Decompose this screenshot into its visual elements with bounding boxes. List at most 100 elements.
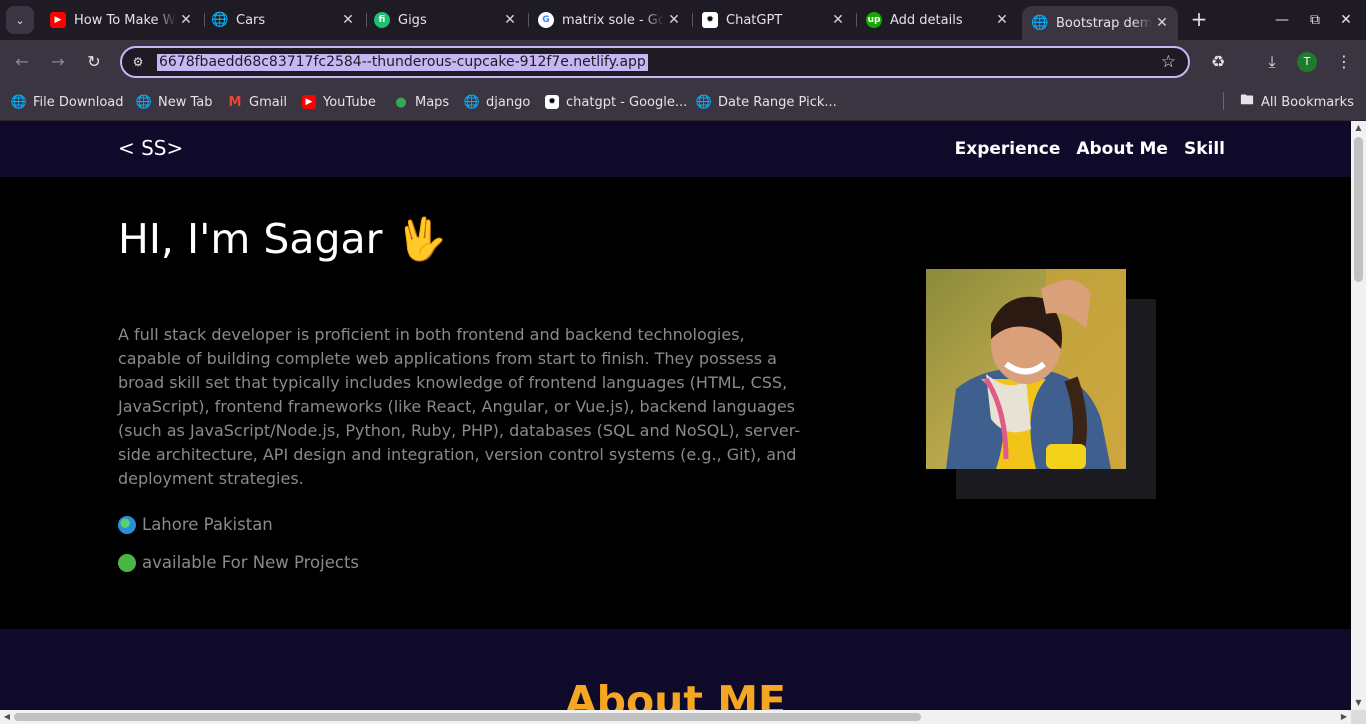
globe-icon: 🌐 — [695, 94, 713, 110]
bookmarks-bar: 🌐 File Download 🌐 New Tab M Gmail ▶ YouTube … — [0, 84, 1366, 121]
bookmark-file-download[interactable]: 🌐 File Download — [10, 92, 124, 112]
all-bookmarks-button[interactable]: 🖿 All Bookmarks — [1240, 92, 1354, 112]
bookmark-youtube[interactable]: ▶ YouTube — [302, 92, 376, 112]
globe-icon: 🌐 — [10, 94, 28, 110]
tab-search-button[interactable]: ⌄ — [6, 6, 34, 34]
nav-link-skill[interactable]: Skill — [1184, 139, 1225, 159]
globe-icon: 🌐 — [135, 94, 153, 110]
tab-title: Add details — [890, 12, 963, 28]
reload-button[interactable]: ↻ — [83, 51, 105, 73]
tab-add-details[interactable]: up Add details ✕ — [856, 6, 1018, 34]
download-icon[interactable]: ⤓ — [1261, 51, 1283, 73]
hero-title: HI, I'm Sagar 🖖 — [118, 215, 447, 263]
arrow-left-icon: ← — [15, 52, 29, 71]
youtube-icon: ▶ — [302, 95, 316, 109]
nav-link-about-me[interactable]: About Me — [1076, 139, 1168, 159]
profile-avatar[interactable]: T — [1297, 52, 1317, 72]
vertical-scroll-thumb[interactable] — [1354, 137, 1363, 282]
more-menu-icon[interactable]: ⋮ — [1333, 51, 1355, 73]
tab-strip: ⌄ ▶ How To Make W ✕ 🌐 Cars ✕ fi Gigs ✕ G… — [0, 0, 1366, 40]
close-window-button[interactable]: ✕ — [1336, 10, 1356, 30]
close-icon[interactable]: ✕ — [992, 12, 1012, 28]
chatgpt-icon: ✹ — [545, 95, 559, 109]
tab-gigs[interactable]: fi Gigs ✕ — [364, 6, 529, 34]
tab-bootstrap-demo[interactable]: 🌐 Bootstrap dem ✕ — [1022, 6, 1178, 40]
close-icon[interactable]: ✕ — [338, 12, 358, 28]
nav-links: Experience About Me Skill — [955, 139, 1225, 159]
upwork-icon: up — [866, 12, 882, 28]
close-icon[interactable]: ✕ — [500, 12, 520, 28]
vertical-scrollbar[interactable]: ▲ ▼ — [1351, 121, 1366, 710]
close-icon[interactable]: ✕ — [176, 12, 196, 28]
bookmark-label: File Download — [33, 94, 124, 110]
chevron-down-icon: ⌄ — [15, 13, 25, 27]
tab-title: Gigs — [398, 12, 427, 28]
tab-title: Bootstrap dem — [1056, 15, 1152, 31]
scroll-up-icon[interactable]: ▲ — [1351, 121, 1366, 135]
about-title: About ME — [564, 677, 787, 710]
hero-description: A full stack developer is proficient in … — [118, 325, 801, 488]
tab-how-to-make[interactable]: ▶ How To Make W ✕ — [40, 6, 205, 34]
bookmark-label: Gmail — [249, 94, 287, 110]
google-icon: G — [538, 12, 554, 28]
youtube-icon: ▶ — [50, 12, 66, 28]
chatgpt-icon: ✹ — [702, 12, 718, 28]
bookmark-new-tab[interactable]: 🌐 New Tab — [135, 92, 213, 112]
bookmark-label: django — [486, 94, 531, 110]
bookmark-maps[interactable]: ● Maps — [394, 92, 449, 112]
bookmark-gmail[interactable]: M Gmail — [228, 92, 287, 112]
hero-section: HI, I'm Sagar 🖖 A full stack developer i… — [0, 177, 1351, 629]
minimize-button[interactable]: — — [1272, 10, 1292, 30]
bookmark-label: Maps — [415, 94, 450, 110]
horizontal-scrollbar[interactable]: ◀ ▶ — [0, 710, 1351, 724]
site-info-icon[interactable]: ⚙ — [130, 54, 146, 70]
new-tab-button[interactable]: + — [1188, 8, 1210, 30]
about-section: About ME — [0, 629, 1351, 710]
restore-button[interactable]: ⧉ — [1305, 10, 1325, 30]
profile-photo — [926, 269, 1126, 469]
maps-icon: ● — [395, 94, 407, 110]
globe-icon: 🌐 — [211, 12, 229, 28]
forward-button[interactable]: → — [47, 51, 69, 73]
scroll-left-icon[interactable]: ◀ — [0, 710, 14, 724]
reload-icon: ↻ — [87, 52, 101, 71]
globe-icon: 🌐 — [463, 94, 481, 110]
bookmark-star-icon[interactable]: ☆ — [1161, 52, 1176, 72]
tab-title: How To Make W — [74, 12, 176, 28]
profile-photo-illustration — [926, 269, 1126, 469]
arrow-right-icon: → — [51, 52, 65, 71]
url-text[interactable]: 6678fbaedd68c83717fc2584--thunderous-cup… — [157, 54, 648, 71]
tab-chatgpt[interactable]: ✹ ChatGPT ✕ — [692, 6, 857, 34]
availability-line: available For New Projects — [118, 553, 359, 572]
extensions-icon[interactable]: ♻ — [1207, 51, 1229, 73]
fiverr-icon: fi — [374, 12, 390, 28]
availability-text: available For New Projects — [142, 553, 360, 572]
all-bookmarks-label: All Bookmarks — [1261, 94, 1354, 110]
close-icon[interactable]: ✕ — [828, 12, 848, 28]
site-logo[interactable]: < SS> — [118, 136, 183, 160]
back-button[interactable]: ← — [11, 51, 33, 73]
tab-matrix-sole[interactable]: G matrix sole - Go ✕ — [528, 6, 693, 34]
scroll-right-icon[interactable]: ▶ — [1337, 710, 1351, 724]
tab-title: ChatGPT — [726, 12, 783, 28]
address-bar[interactable]: ⚙ 6678fbaedd68c83717fc2584--thunderous-c… — [120, 46, 1190, 78]
gmail-icon: M — [228, 94, 242, 110]
tab-cars[interactable]: 🌐 Cars ✕ — [202, 6, 367, 34]
globe-icon: 🌐 — [1031, 15, 1049, 31]
green-circle-icon — [118, 553, 136, 572]
horizontal-scroll-thumb[interactable] — [14, 713, 921, 721]
close-icon[interactable]: ✕ — [1152, 15, 1172, 31]
tab-title: matrix sole - Go — [562, 12, 664, 28]
bookmark-label: New Tab — [158, 94, 213, 110]
bookmark-chatgpt-google[interactable]: ✹ chatgpt - Google... — [545, 92, 687, 112]
tab-title: Cars — [236, 12, 266, 28]
folder-icon: 🖿 — [1240, 93, 1254, 108]
scroll-down-icon[interactable]: ▼ — [1351, 696, 1366, 710]
scrollbar-corner — [1351, 710, 1366, 724]
nav-link-experience[interactable]: Experience — [955, 139, 1061, 159]
site-navbar: < SS> Experience About Me Skill — [0, 121, 1351, 177]
bookmark-django[interactable]: 🌐 django — [463, 92, 531, 112]
bookmark-date-range-picker[interactable]: 🌐 Date Range Pick... — [695, 92, 837, 112]
bookmarks-divider — [1223, 92, 1224, 110]
close-icon[interactable]: ✕ — [664, 12, 684, 28]
